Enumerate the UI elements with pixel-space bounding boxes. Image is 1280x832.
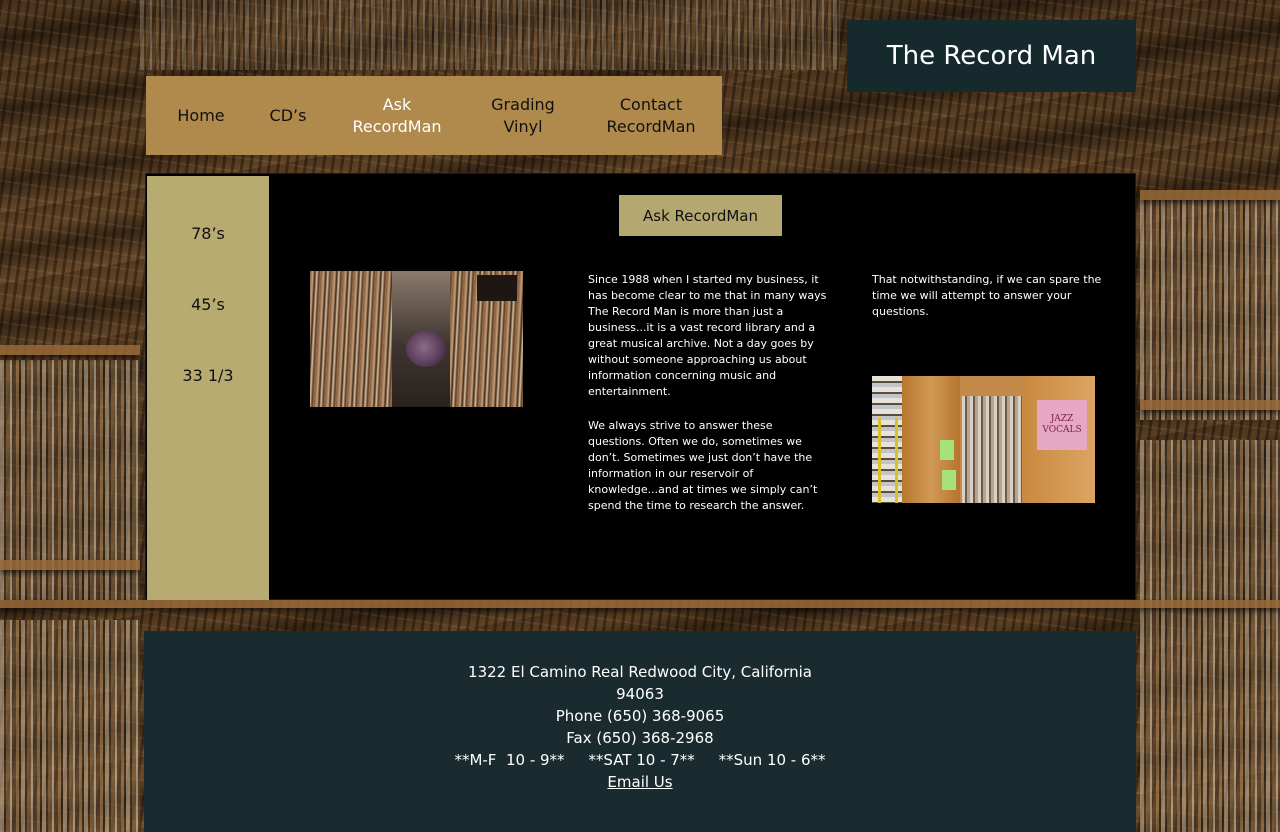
nav-contact-recordman[interactable]: Contact RecordMan	[592, 76, 710, 155]
intro-text: Since 1988 when I started my business, i…	[588, 272, 828, 532]
intro-paragraph-2: We always strive to answer these questio…	[588, 419, 818, 512]
sidebar-item-45s[interactable]: 45’s	[147, 295, 269, 314]
email-us-link[interactable]: Email Us	[607, 773, 672, 791]
sidebar-item-33-1-3[interactable]: 33 1/3	[147, 366, 269, 385]
side-text: That notwithstanding, if we can spare th…	[872, 272, 1108, 338]
footer-address: 1322 El Camino Real Redwood City, Califo…	[468, 663, 812, 703]
photo-racks-middle	[962, 396, 1022, 503]
background-records-bottom-right	[1140, 440, 1280, 832]
sidebar-item-78s[interactable]: 78’s	[147, 224, 269, 243]
background-records-bottom-left	[0, 620, 140, 832]
photo-note	[940, 440, 954, 460]
footer-phone: Phone (650) 368-9065	[555, 707, 725, 725]
footer-fax: Fax (650) 368-2968	[566, 729, 714, 747]
page-heading: Ask RecordMan	[619, 195, 782, 236]
contact-info: 1322 El Camino Real Redwood City, Califo…	[144, 661, 1136, 793]
page-heading-text: Ask RecordMan	[643, 206, 758, 225]
record-store-shelves-photo: JAZZ VOCALS	[872, 376, 1095, 503]
background-shelf	[1140, 400, 1280, 410]
footer-hours: **M-F 10 - 9** **SAT 10 - 7** **Sun 10 -…	[454, 751, 826, 769]
intro-paragraph-1: Since 1988 when I started my business, i…	[588, 273, 827, 398]
sidebar: 78’s 45’s 33 1/3	[147, 176, 269, 600]
site-title[interactable]: The Record Man	[847, 20, 1136, 92]
main-nav: Home CD’s Ask RecordMan Grading Vinyl Co…	[146, 76, 722, 155]
photo-ladder	[878, 418, 898, 503]
background-shelf	[0, 600, 1280, 608]
jazz-vocals-sign: JAZZ VOCALS	[1037, 400, 1087, 450]
background-shelf	[0, 345, 140, 355]
background-shelf	[0, 560, 140, 570]
side-paragraph: That notwithstanding, if we can spare th…	[872, 273, 1102, 318]
footer: 1322 El Camino Real Redwood City, Califo…	[144, 631, 1136, 832]
record-store-aisle-photo	[310, 271, 523, 407]
nav-cds[interactable]: CD’s	[258, 76, 318, 155]
photo-turntable	[477, 275, 517, 301]
background-records-top	[140, 0, 840, 70]
background-records-right	[1140, 200, 1280, 420]
nav-grading-vinyl[interactable]: Grading Vinyl	[478, 76, 568, 155]
photo-note	[942, 470, 956, 490]
nav-ask-recordman[interactable]: Ask RecordMan	[342, 76, 452, 155]
background-shelf	[1140, 190, 1280, 200]
photo-person	[406, 331, 446, 367]
site-title-text: The Record Man	[886, 41, 1097, 71]
nav-home[interactable]: Home	[164, 76, 238, 155]
